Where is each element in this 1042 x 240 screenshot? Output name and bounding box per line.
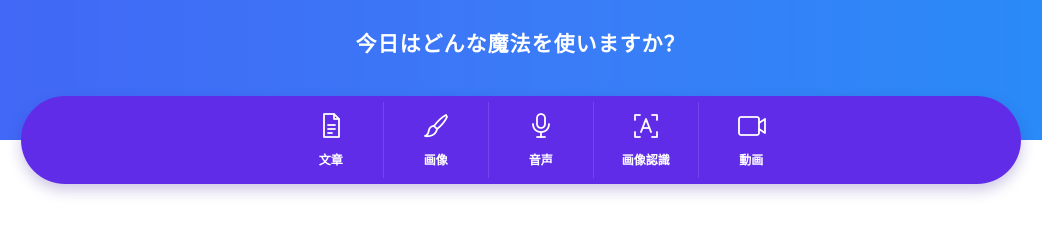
tool-text-label: 文章 bbox=[318, 153, 343, 167]
video-camera-icon bbox=[737, 116, 766, 136]
hero-title: 今日はどんな魔法を使いますか？ bbox=[356, 32, 686, 56]
tool-audio-button[interactable]: 音声 bbox=[489, 102, 594, 178]
tool-image-label: 画像 bbox=[423, 153, 448, 167]
tool-list: 文章 画像 音声 画像認識 動画 bbox=[279, 102, 804, 178]
text-recognition-icon bbox=[634, 114, 658, 138]
tool-text-button[interactable]: 文章 bbox=[279, 102, 384, 178]
tool-image-button[interactable]: 画像 bbox=[384, 102, 489, 178]
tool-image-recognition-label: 画像認識 bbox=[621, 153, 670, 167]
brush-icon bbox=[424, 114, 448, 138]
tool-audio-label: 音声 bbox=[528, 153, 553, 167]
tool-image-recognition-button[interactable]: 画像認識 bbox=[594, 102, 699, 178]
tool-video-button[interactable]: 動画 bbox=[699, 102, 804, 178]
document-icon bbox=[323, 113, 340, 138]
tool-selector-bar: 文章 画像 音声 画像認識 動画 bbox=[21, 96, 1021, 184]
page: 今日はどんな魔法を使いますか？ 文章 画像 音声 画像認識 動画 bbox=[0, 0, 1042, 213]
microphone-icon bbox=[532, 113, 550, 138]
tool-video-label: 動画 bbox=[739, 153, 764, 167]
